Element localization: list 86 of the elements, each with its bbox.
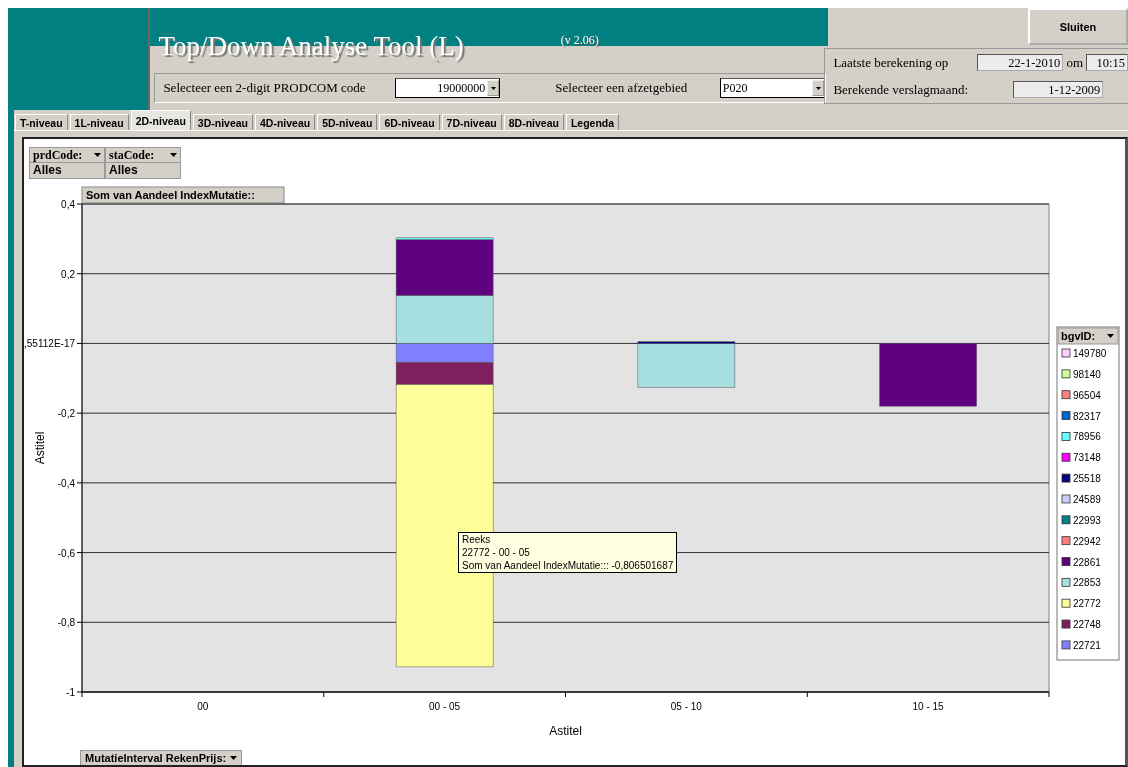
legend-label: 22993 bbox=[1073, 514, 1102, 526]
axis-label: -0,4 bbox=[57, 477, 75, 489]
selector-label: Selecteer een 2-digit PRODCOM code bbox=[163, 80, 367, 96]
chart-bar[interactable] bbox=[637, 343, 736, 388]
chart-bar[interactable] bbox=[637, 341, 736, 344]
legend-item: 73148 bbox=[1061, 452, 1101, 464]
chart-bar[interactable] bbox=[395, 362, 494, 385]
dropdown-arrow-icon bbox=[230, 756, 238, 760]
axis-label: ,55112E-17 bbox=[24, 338, 75, 350]
selector-label: Selecteer een afzetgebied bbox=[555, 80, 689, 96]
info-label: om bbox=[1066, 54, 1083, 71]
axis-label: -0,8 bbox=[57, 617, 75, 629]
legend-item: 25518 bbox=[1061, 473, 1101, 485]
filter-value: Alles bbox=[29, 163, 105, 179]
series-field-button[interactable]: bgvID: bbox=[1057, 327, 1119, 345]
legend-item: 22748 bbox=[1061, 619, 1101, 631]
legend-item: 98140 bbox=[1061, 368, 1101, 380]
legend-label: 22853 bbox=[1073, 577, 1102, 589]
tab[interactable]: 5D-niveau bbox=[317, 114, 378, 130]
axis-label: -1 bbox=[66, 687, 75, 698]
legend-label: 25518 bbox=[1073, 473, 1102, 485]
legend-label: 22942 bbox=[1073, 535, 1102, 547]
legend-item: 24589 bbox=[1061, 493, 1101, 505]
tab[interactable]: 8D-niveau bbox=[503, 114, 564, 130]
legend-item: 149780 bbox=[1061, 348, 1107, 359]
chart-bar[interactable] bbox=[879, 343, 977, 407]
legend-label: 82317 bbox=[1073, 410, 1102, 422]
axis-label: 05 - 10 bbox=[670, 701, 702, 712]
legend-item: 22861 bbox=[1061, 556, 1101, 568]
legend-item: 22721 bbox=[1061, 639, 1101, 651]
legend-label: 149780 bbox=[1073, 348, 1107, 359]
tooltip-text: Reeks bbox=[462, 534, 492, 545]
tab[interactable]: Legenda bbox=[565, 114, 620, 130]
legend-item: 22772 bbox=[1061, 598, 1101, 610]
tab[interactable]: 2D-niveau bbox=[130, 110, 191, 130]
legend-item: 22853 bbox=[1061, 577, 1101, 589]
dropdown-field[interactable]: P020 bbox=[719, 78, 826, 98]
legend-label: 24589 bbox=[1073, 493, 1102, 505]
legend-label: 73148 bbox=[1073, 452, 1102, 464]
legend-label: 96504 bbox=[1073, 389, 1102, 401]
axis-label: 10 - 15 bbox=[912, 701, 944, 712]
dropdown-arrow-icon bbox=[170, 153, 177, 157]
legend-item: 82317 bbox=[1061, 410, 1101, 422]
filter-field-button[interactable]: prdCode: bbox=[29, 147, 105, 163]
tab[interactable]: 4D-niveau bbox=[255, 114, 316, 130]
time-field: 10:15 bbox=[1086, 54, 1128, 71]
legend-label: 22772 bbox=[1073, 598, 1102, 610]
month-field: 1-12-2009 bbox=[1013, 81, 1104, 98]
axis-label: 0,2 bbox=[61, 268, 75, 280]
version-label: (v 2.06) bbox=[560, 33, 599, 48]
tab[interactable]: 1L-niveau bbox=[69, 114, 129, 130]
filter-field-button[interactable]: staCode: bbox=[105, 147, 181, 163]
axis-title: Astitel bbox=[33, 431, 47, 465]
legend-label: 98140 bbox=[1073, 368, 1102, 380]
filter-value: Alles bbox=[105, 163, 181, 179]
dropdown-arrow-icon bbox=[94, 153, 101, 157]
legend-item: 22993 bbox=[1061, 514, 1101, 526]
tab[interactable]: 7D-niveau bbox=[441, 114, 502, 130]
legend-label: 22861 bbox=[1073, 556, 1102, 568]
tab[interactable]: 6D-niveau bbox=[379, 114, 440, 130]
tooltip-text: 22772 - 00 - 05 bbox=[462, 547, 531, 558]
legend-item: 96504 bbox=[1061, 389, 1101, 401]
close-button[interactable]: Sluiten bbox=[1028, 8, 1128, 45]
date-field: 22-1-2010 bbox=[977, 54, 1064, 71]
data-field-button[interactable]: Som van Aandeel IndexMutatie:: bbox=[81, 186, 285, 204]
info-label: Berekende verslagmaand: bbox=[833, 81, 969, 98]
axis-label: -0,6 bbox=[57, 547, 75, 559]
axis-label: 0,4 bbox=[61, 199, 75, 210]
axis-label: 00 bbox=[197, 701, 209, 712]
dropdown-field[interactable]: 19000000 bbox=[394, 78, 501, 98]
tooltip-text: Som van Aandeel IndexMutatie::: -0,806501687 bbox=[462, 560, 674, 571]
axis-title: Astitel bbox=[549, 724, 582, 738]
axis-label: -0,2 bbox=[57, 408, 75, 420]
legend-label: 22721 bbox=[1073, 639, 1102, 651]
tab[interactable]: 3D-niveau bbox=[192, 114, 253, 130]
axis-label: 00 - 05 bbox=[429, 701, 461, 712]
category-field-button[interactable]: MutatieInterval RekenPrijs: bbox=[80, 750, 243, 765]
legend-label: 22748 bbox=[1073, 619, 1102, 631]
legend-item: 78956 bbox=[1061, 431, 1101, 443]
chart-bar[interactable] bbox=[395, 237, 494, 240]
tab[interactable]: T-niveau bbox=[15, 114, 68, 130]
chart-bar[interactable] bbox=[395, 239, 494, 296]
legend-item: 22942 bbox=[1061, 535, 1101, 547]
info-label: Laatste berekening op bbox=[833, 54, 950, 71]
legend-label: 78956 bbox=[1073, 431, 1102, 443]
chart-bar[interactable] bbox=[395, 295, 494, 344]
